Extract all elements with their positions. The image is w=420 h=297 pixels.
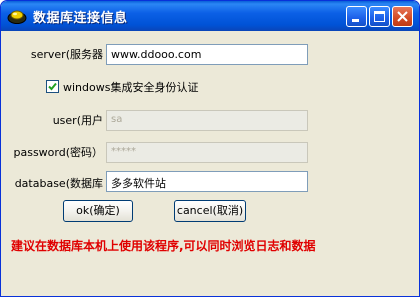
ok-button[interactable]: ok(确定) bbox=[63, 200, 133, 222]
title-bar[interactable]: 数据库连接信息 bbox=[1, 1, 419, 31]
close-button[interactable] bbox=[392, 6, 413, 27]
minimize-icon bbox=[352, 19, 359, 22]
password-label: password(密码） bbox=[13, 146, 103, 159]
cancel-button[interactable]: cancel(取消) bbox=[174, 200, 246, 222]
database-label: database(数据库 bbox=[14, 177, 103, 190]
checkmark-icon bbox=[48, 82, 57, 91]
user-input[interactable]: sa bbox=[106, 110, 308, 131]
usage-notice: 建议在数据库本机上使用该程序,可以同时浏览日志和数据 bbox=[11, 239, 316, 253]
close-icon bbox=[397, 11, 408, 22]
user-label: user(用户 bbox=[52, 114, 103, 127]
maximize-button[interactable] bbox=[369, 6, 390, 27]
password-input[interactable]: ***** bbox=[106, 142, 308, 163]
server-label: server(服务器 bbox=[30, 48, 103, 61]
app-icon bbox=[7, 7, 27, 25]
windows-auth-checkbox[interactable] bbox=[46, 80, 59, 93]
windows-auth-label[interactable]: windows集成安全身份认证 bbox=[63, 79, 198, 95]
server-input[interactable]: www.ddooo.com bbox=[106, 44, 308, 65]
maximize-icon bbox=[374, 11, 385, 22]
connection-dialog: 数据库连接信息 server(服务器 www.ddooo.com windows… bbox=[0, 0, 420, 297]
window-title: 数据库连接信息 bbox=[33, 11, 128, 26]
minimize-button[interactable] bbox=[346, 6, 367, 27]
database-input[interactable]: 多多软件站 bbox=[106, 171, 308, 192]
